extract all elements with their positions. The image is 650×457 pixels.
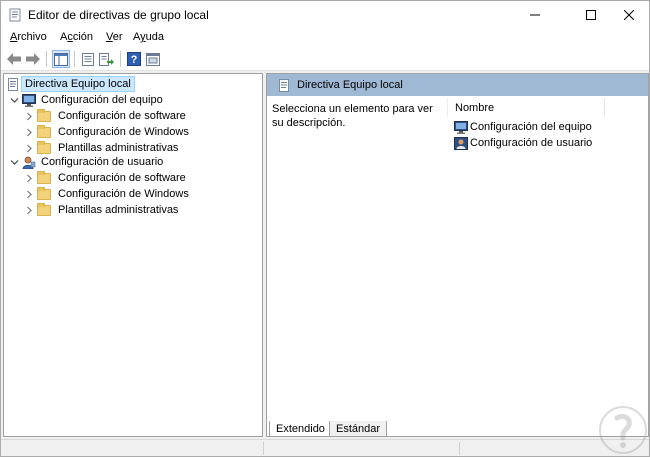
expand-chevron-icon[interactable] <box>24 173 34 183</box>
tree-root[interactable]: Directiva Equipo local <box>6 76 135 92</box>
tree-child-item[interactable]: Configuración de software <box>24 170 189 186</box>
computer-icon <box>22 93 36 107</box>
show-hide-tree-icon <box>54 52 68 66</box>
window-title: Editor de directivas de grupo local <box>28 8 209 22</box>
toolbar-separator <box>74 51 75 67</box>
watermark-logo <box>599 406 647 454</box>
properties-button[interactable] <box>79 50 97 68</box>
tree-child-label: Configuración de software <box>58 172 186 184</box>
help-button[interactable]: ? <box>125 50 143 68</box>
toolbar: ? <box>1 47 649 71</box>
tree-node-computer-config[interactable]: Configuración del equipo <box>9 92 166 108</box>
forward-button[interactable] <box>24 50 42 68</box>
list-item[interactable]: Configuración del equipo <box>454 119 592 135</box>
menu-bar: Archivo Acción Ver Ayuda <box>1 29 649 47</box>
menu-archivo-rest: rchivo <box>17 31 47 43</box>
menu-ayuda[interactable]: Ayuda <box>133 31 164 43</box>
status-divider <box>459 442 460 455</box>
details-header-title: Directiva Equipo local <box>297 79 403 91</box>
tree-node-label: Configuración de usuario <box>41 156 164 168</box>
user-icon <box>22 156 36 169</box>
tree-node-user-config[interactable]: Configuración de usuario <box>9 154 166 170</box>
expand-chevron-icon[interactable] <box>24 205 34 215</box>
expand-chevron-icon[interactable] <box>24 143 34 153</box>
properties-icon <box>82 52 94 66</box>
folder-icon <box>37 171 51 184</box>
folder-icon <box>37 141 51 154</box>
menu-accion-rest: ción <box>72 31 94 43</box>
back-button[interactable] <box>5 50 23 68</box>
folder-icon <box>37 109 51 122</box>
status-divider <box>263 442 264 455</box>
details-header: Directiva Equipo local <box>267 74 648 96</box>
expand-chevron-icon[interactable] <box>24 127 34 137</box>
toolbar-separator <box>120 51 121 67</box>
tree-child-item[interactable]: Configuración de Windows <box>24 186 192 202</box>
tree-child-label: Configuración de software <box>58 110 186 122</box>
policy-document-icon <box>8 77 18 91</box>
tree-child-item[interactable]: Configuración de Windows <box>24 124 192 140</box>
folder-icon <box>37 187 51 200</box>
tab-extended-label: Extendido <box>276 422 325 435</box>
folder-icon <box>37 203 51 216</box>
list-item-label: Configuración de usuario <box>470 137 593 149</box>
expand-chevron-icon[interactable] <box>24 189 34 199</box>
tree-child-label: Configuración de Windows <box>58 126 189 138</box>
toolbar-separator <box>46 51 47 67</box>
collapse-chevron-icon[interactable] <box>9 95 19 105</box>
minimize-icon <box>529 14 540 16</box>
view-tab-strip: Extendido Estándar <box>266 421 649 437</box>
tab-standard-label: Estándar <box>336 422 381 435</box>
view-icon <box>146 52 160 66</box>
policy-document-icon <box>279 78 289 92</box>
tree-node-label: Configuración del equipo <box>41 94 163 106</box>
list-item-label: Configuración del equipo <box>470 121 592 133</box>
column-header-label: Nombre <box>455 101 495 114</box>
tree-child-label: Plantillas administrativas <box>58 204 179 216</box>
menu-accion[interactable]: Acción <box>60 31 93 43</box>
expand-chevron-icon[interactable] <box>24 111 34 121</box>
close-icon <box>623 10 634 20</box>
menu-ayuda-rest: uda <box>145 31 164 43</box>
app-window: Editor de directivas de grupo local Arch… <box>0 0 650 457</box>
back-arrow-icon <box>7 53 21 65</box>
menu-ver-rest: er <box>112 31 123 43</box>
user-icon <box>454 136 468 150</box>
folder-icon <box>37 125 51 138</box>
show-hide-tree-button[interactable] <box>52 50 70 68</box>
menu-archivo[interactable]: Archivo <box>10 31 47 43</box>
help-icon: ? <box>127 52 141 66</box>
tree-child-item[interactable]: Configuración de software <box>24 108 189 124</box>
tab-standard[interactable]: Estándar <box>329 421 388 437</box>
details-pane[interactable]: Directiva Equipo local Selecciona un ele… <box>266 73 649 437</box>
close-button[interactable] <box>606 1 650 29</box>
tree-child-label: Configuración de Windows <box>58 188 189 200</box>
title-bar: Editor de directivas de grupo local <box>1 1 649 29</box>
description-text: Selecciona un elemento para ver su descr… <box>272 103 433 129</box>
column-separator <box>447 98 448 117</box>
collapse-chevron-icon[interactable] <box>9 157 19 167</box>
menu-ver[interactable]: Ver <box>106 31 123 43</box>
tree-pane[interactable]: Directiva Equipo local Configuración del… <box>3 73 263 437</box>
status-bar <box>1 439 649 456</box>
export-list-icon <box>99 52 114 66</box>
column-header-name[interactable]: Nombre <box>450 98 605 117</box>
menu-ver-accel: V <box>106 31 113 43</box>
maximize-icon <box>585 10 596 20</box>
export-list-button[interactable] <box>98 50 116 68</box>
policy-editor-icon <box>9 8 21 22</box>
view-button[interactable] <box>144 50 162 68</box>
tab-extended[interactable]: Extendido <box>269 421 332 437</box>
tree-child-label: Plantillas administrativas <box>58 142 179 154</box>
tree-child-item[interactable]: Plantillas administrativas <box>24 202 181 218</box>
svg-text:?: ? <box>131 54 138 66</box>
forward-arrow-icon <box>26 53 40 65</box>
tree-root-label: Directiva Equipo local <box>21 76 135 92</box>
minimize-button[interactable] <box>512 1 557 29</box>
list-item[interactable]: Configuración de usuario <box>454 135 592 151</box>
computer-icon <box>454 120 468 134</box>
